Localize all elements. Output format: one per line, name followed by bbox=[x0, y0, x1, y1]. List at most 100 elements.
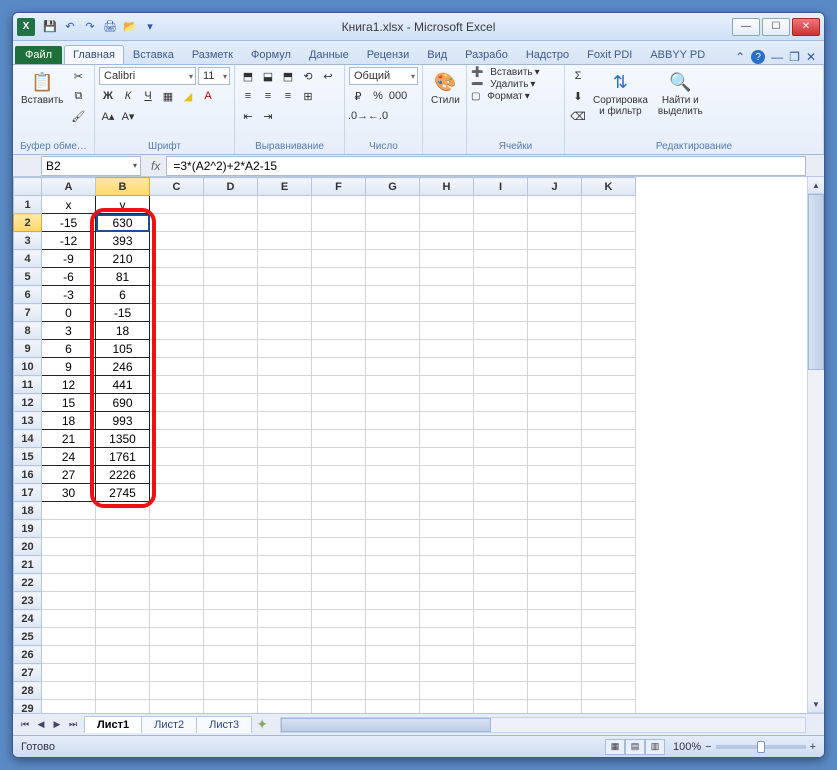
vertical-scrollbar[interactable]: ▲ ▼ bbox=[807, 177, 824, 713]
cell-C25[interactable] bbox=[150, 628, 204, 646]
cell-H16[interactable] bbox=[420, 466, 474, 484]
increase-indent-icon[interactable]: ⇥ bbox=[259, 107, 277, 125]
cell-F1[interactable] bbox=[312, 196, 366, 214]
cell-J23[interactable] bbox=[528, 592, 582, 610]
cell-J10[interactable] bbox=[528, 358, 582, 376]
cell-I14[interactable] bbox=[474, 430, 528, 448]
cell-B5[interactable]: 81 bbox=[96, 268, 150, 286]
cell-J17[interactable] bbox=[528, 484, 582, 502]
cell-B21[interactable] bbox=[96, 556, 150, 574]
col-header-E[interactable]: E bbox=[258, 178, 312, 196]
col-header-D[interactable]: D bbox=[204, 178, 258, 196]
cell-B29[interactable] bbox=[96, 700, 150, 714]
cell-H4[interactable] bbox=[420, 250, 474, 268]
cell-K9[interactable] bbox=[582, 340, 636, 358]
page-break-view-icon[interactable]: ▥ bbox=[645, 739, 665, 755]
cell-C10[interactable] bbox=[150, 358, 204, 376]
cell-H24[interactable] bbox=[420, 610, 474, 628]
cell-D8[interactable] bbox=[204, 322, 258, 340]
cell-A7[interactable]: 0 bbox=[42, 304, 96, 322]
cell-H20[interactable] bbox=[420, 538, 474, 556]
minimize-button[interactable]: — bbox=[732, 18, 760, 36]
cell-D24[interactable] bbox=[204, 610, 258, 628]
select-all-corner[interactable] bbox=[14, 178, 42, 196]
row-header-3[interactable]: 3 bbox=[14, 232, 42, 250]
workbook-restore-icon[interactable]: ❐ bbox=[789, 50, 800, 64]
align-left-icon[interactable]: ≡ bbox=[239, 87, 257, 105]
row-header-25[interactable]: 25 bbox=[14, 628, 42, 646]
cell-A21[interactable] bbox=[42, 556, 96, 574]
row-header-28[interactable]: 28 bbox=[14, 682, 42, 700]
cell-B20[interactable] bbox=[96, 538, 150, 556]
cell-K27[interactable] bbox=[582, 664, 636, 682]
cell-I19[interactable] bbox=[474, 520, 528, 538]
cell-I22[interactable] bbox=[474, 574, 528, 592]
cell-C29[interactable] bbox=[150, 700, 204, 714]
cell-G9[interactable] bbox=[366, 340, 420, 358]
cell-K24[interactable] bbox=[582, 610, 636, 628]
cell-G27[interactable] bbox=[366, 664, 420, 682]
cell-D15[interactable] bbox=[204, 448, 258, 466]
cell-G6[interactable] bbox=[366, 286, 420, 304]
font-color-icon[interactable]: A bbox=[199, 87, 217, 105]
cell-K20[interactable] bbox=[582, 538, 636, 556]
tab-home[interactable]: Главная bbox=[64, 45, 124, 64]
row-header-29[interactable]: 29 bbox=[14, 700, 42, 714]
cell-I12[interactable] bbox=[474, 394, 528, 412]
cell-H5[interactable] bbox=[420, 268, 474, 286]
cell-F2[interactable] bbox=[312, 214, 366, 232]
increase-decimal-icon[interactable]: .0→ bbox=[349, 107, 367, 125]
cell-K2[interactable] bbox=[582, 214, 636, 232]
cell-A23[interactable] bbox=[42, 592, 96, 610]
sheet-nav-last-icon[interactable]: ⏭ bbox=[65, 717, 81, 733]
cell-B18[interactable] bbox=[96, 502, 150, 520]
qat-customize-icon[interactable]: ▾ bbox=[141, 18, 159, 36]
row-header-13[interactable]: 13 bbox=[14, 412, 42, 430]
cell-J2[interactable] bbox=[528, 214, 582, 232]
cell-H18[interactable] bbox=[420, 502, 474, 520]
cell-E9[interactable] bbox=[258, 340, 312, 358]
cell-I10[interactable] bbox=[474, 358, 528, 376]
cell-I16[interactable] bbox=[474, 466, 528, 484]
cell-D14[interactable] bbox=[204, 430, 258, 448]
workbook-minimize-icon[interactable]: — bbox=[771, 50, 783, 64]
autosum-icon[interactable]: Σ bbox=[569, 67, 587, 85]
cell-B6[interactable]: 6 bbox=[96, 286, 150, 304]
col-header-G[interactable]: G bbox=[366, 178, 420, 196]
row-header-19[interactable]: 19 bbox=[14, 520, 42, 538]
row-header-6[interactable]: 6 bbox=[14, 286, 42, 304]
cell-A3[interactable]: -12 bbox=[42, 232, 96, 250]
cell-A22[interactable] bbox=[42, 574, 96, 592]
col-header-A[interactable]: A bbox=[42, 178, 96, 196]
cell-H27[interactable] bbox=[420, 664, 474, 682]
cell-E1[interactable] bbox=[258, 196, 312, 214]
cell-E14[interactable] bbox=[258, 430, 312, 448]
cell-A20[interactable] bbox=[42, 538, 96, 556]
cell-I23[interactable] bbox=[474, 592, 528, 610]
cell-A25[interactable] bbox=[42, 628, 96, 646]
cell-K11[interactable] bbox=[582, 376, 636, 394]
formula-input[interactable]: =3*(A2^2)+2*A2-15 bbox=[166, 156, 806, 176]
cell-G21[interactable] bbox=[366, 556, 420, 574]
cell-B7[interactable]: -15 bbox=[96, 304, 150, 322]
cell-D19[interactable] bbox=[204, 520, 258, 538]
cell-C12[interactable] bbox=[150, 394, 204, 412]
cell-H25[interactable] bbox=[420, 628, 474, 646]
cell-J1[interactable] bbox=[528, 196, 582, 214]
fill-color-icon[interactable]: ◢ bbox=[179, 87, 197, 105]
cell-J20[interactable] bbox=[528, 538, 582, 556]
cell-E7[interactable] bbox=[258, 304, 312, 322]
cell-B23[interactable] bbox=[96, 592, 150, 610]
cell-H6[interactable] bbox=[420, 286, 474, 304]
cell-G1[interactable] bbox=[366, 196, 420, 214]
cell-D18[interactable] bbox=[204, 502, 258, 520]
cell-C9[interactable] bbox=[150, 340, 204, 358]
cell-H15[interactable] bbox=[420, 448, 474, 466]
format-cells-button[interactable]: ▢ Формат ▾ bbox=[471, 91, 530, 102]
cell-D20[interactable] bbox=[204, 538, 258, 556]
tab-layout[interactable]: Разметк bbox=[183, 45, 242, 64]
zoom-level[interactable]: 100% bbox=[673, 741, 701, 753]
cell-J26[interactable] bbox=[528, 646, 582, 664]
cell-C16[interactable] bbox=[150, 466, 204, 484]
cell-K16[interactable] bbox=[582, 466, 636, 484]
